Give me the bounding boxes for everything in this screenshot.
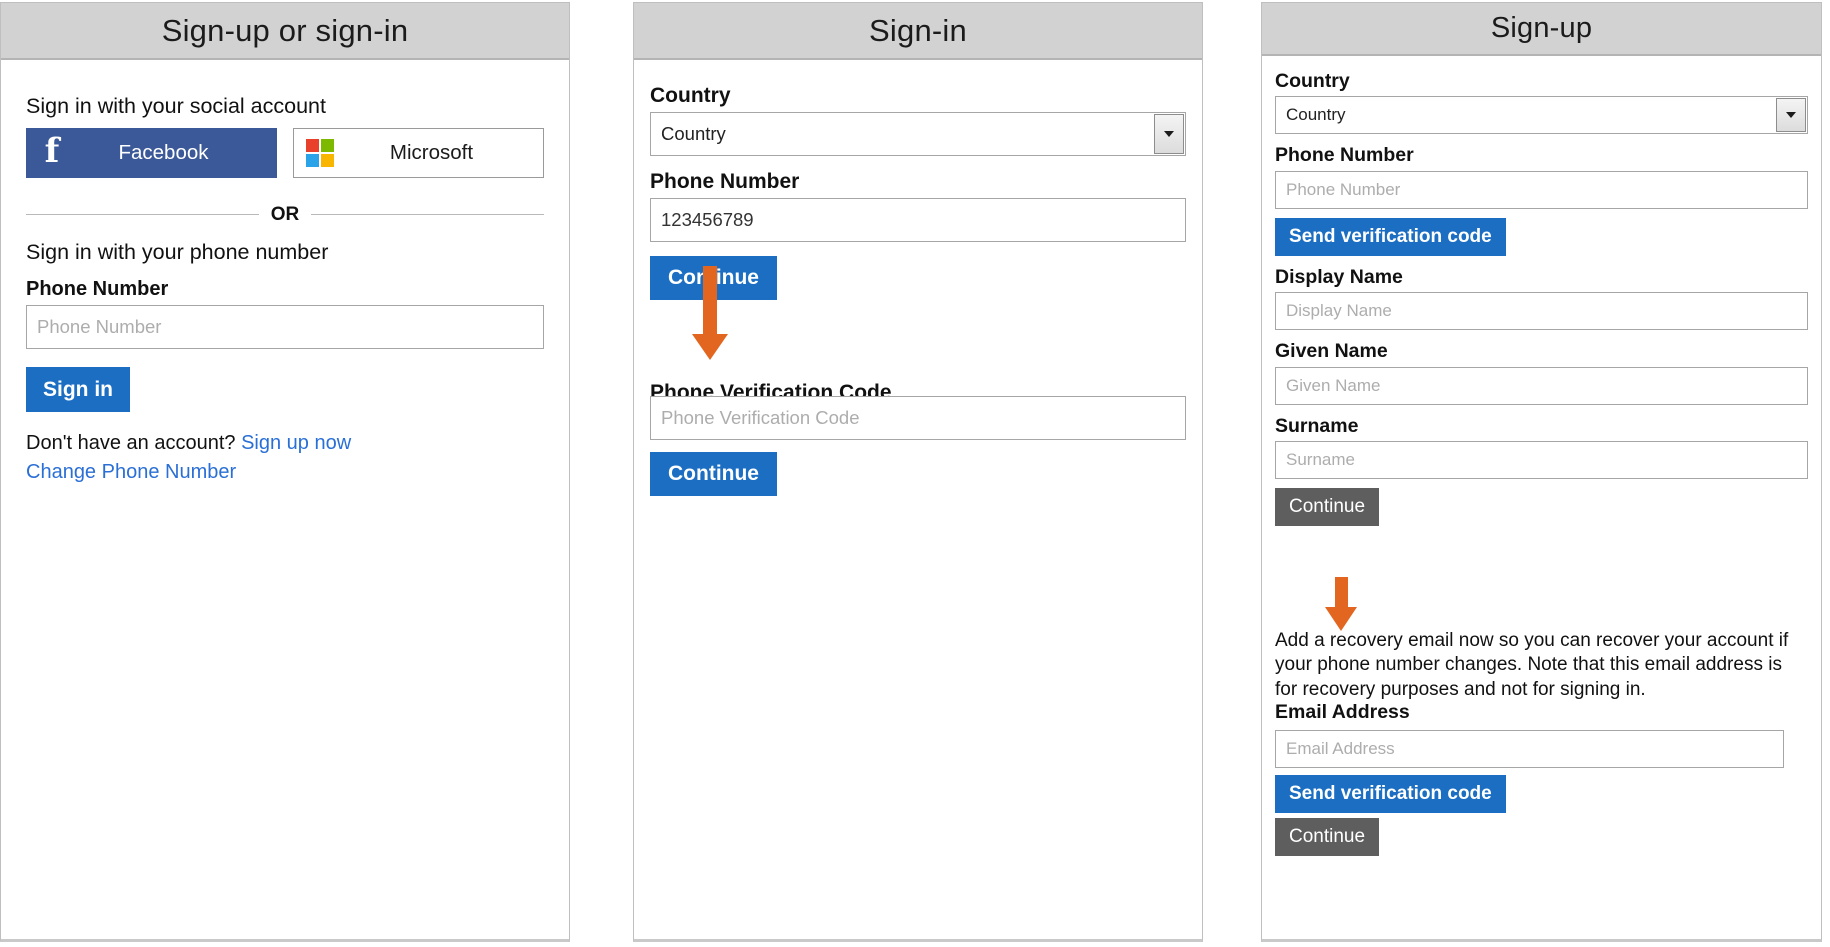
phone-number-label: Phone Number <box>26 278 544 301</box>
panel-title-signup-or-signin: Sign-up or sign-in <box>1 3 569 60</box>
phone-number-input[interactable] <box>26 305 544 349</box>
phone-number-input[interactable] <box>650 198 1186 242</box>
recovery-email-note: Add a recovery email now so you can reco… <box>1275 629 1808 702</box>
phone-signin-heading: Sign in with your phone number <box>26 240 544 265</box>
divider-line-left <box>26 214 259 215</box>
country-select[interactable]: Country <box>650 112 1186 156</box>
surname-input[interactable] <box>1275 441 1808 479</box>
facebook-icon: f <box>26 134 78 171</box>
continue-code-button[interactable]: Continue <box>650 452 777 496</box>
country-select[interactable]: Country <box>1275 96 1808 134</box>
email-address-input[interactable] <box>1275 730 1784 768</box>
panel-body-signup-or-signin: Sign in with your social account f Faceb… <box>1 60 569 939</box>
or-label: OR <box>271 204 300 226</box>
panel-body-signup: Country Country Phone Number Send verifi… <box>1262 56 1821 939</box>
phone-number-label: Phone Number <box>1275 144 1808 166</box>
sign-up-now-link[interactable]: Sign up now <box>241 432 351 454</box>
continue-email-button[interactable]: Continue <box>1275 818 1379 856</box>
no-account-text: Don't have an account? <box>26 432 241 454</box>
change-phone-number-link[interactable]: Change Phone Number <box>26 458 544 487</box>
phone-number-label: Phone Number <box>650 170 1186 194</box>
facebook-signin-button[interactable]: f Facebook <box>26 128 277 178</box>
continue-signup-button[interactable]: Continue <box>1275 488 1379 526</box>
surname-label: Surname <box>1275 415 1808 437</box>
panel-signin: Sign-in Country Country Phone Number Con… <box>633 2 1203 942</box>
or-divider: OR <box>26 204 544 226</box>
panel-body-signin: Country Country Phone Number Continue Ph… <box>634 60 1202 939</box>
send-verification-code-phone-button[interactable]: Send verification code <box>1275 218 1506 256</box>
panel-title-signup: Sign-up <box>1262 3 1821 56</box>
facebook-button-label: Facebook <box>78 141 277 165</box>
given-name-label: Given Name <box>1275 340 1808 362</box>
country-label: Country <box>650 84 1186 108</box>
social-account-heading: Sign in with your social account <box>26 94 544 119</box>
chevron-down-icon[interactable] <box>1776 98 1806 132</box>
phone-verification-code-input[interactable] <box>650 396 1186 440</box>
country-select-value: Country <box>661 123 726 145</box>
panel-title-signin: Sign-in <box>634 3 1202 60</box>
divider-line-right <box>311 214 544 215</box>
social-buttons-row: f Facebook Microsoft <box>26 128 544 178</box>
sign-in-button[interactable]: Sign in <box>26 367 130 412</box>
chevron-down-icon[interactable] <box>1154 114 1184 154</box>
panel-signup: Sign-up Country Country Phone Number Sen… <box>1261 2 1822 942</box>
display-name-label: Display Name <box>1275 266 1808 288</box>
phone-number-input[interactable] <box>1275 171 1808 209</box>
country-label: Country <box>1275 70 1808 92</box>
microsoft-signin-button[interactable]: Microsoft <box>293 128 544 178</box>
email-address-label: Email Address <box>1275 701 1410 723</box>
screenshot-root: Sign-up or sign-in Sign in with your soc… <box>0 0 1830 947</box>
display-name-input[interactable] <box>1275 292 1808 330</box>
microsoft-icon <box>294 139 346 167</box>
given-name-input[interactable] <box>1275 367 1808 405</box>
send-verification-code-email-button[interactable]: Send verification code <box>1275 775 1506 813</box>
flow-arrow-icon <box>692 266 728 360</box>
country-select-value: Country <box>1286 105 1346 125</box>
microsoft-button-label: Microsoft <box>346 141 543 165</box>
panel-signup-or-signin: Sign-up or sign-in Sign in with your soc… <box>0 2 570 942</box>
flow-arrow-icon <box>1325 577 1357 631</box>
account-links: Don't have an account? Sign up now Chang… <box>26 429 544 487</box>
